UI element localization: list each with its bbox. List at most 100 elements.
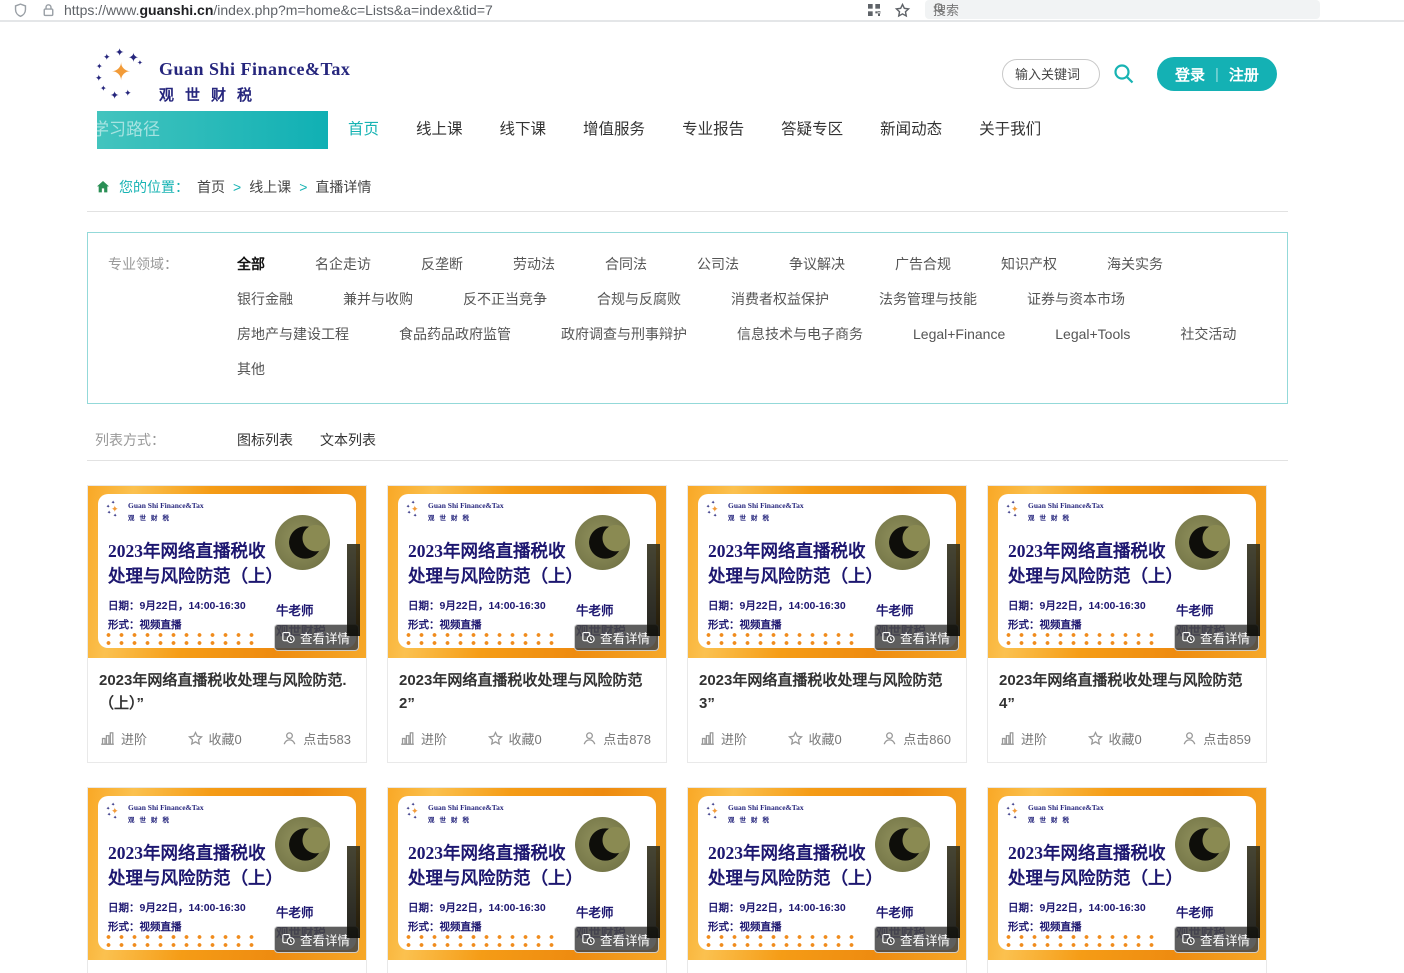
filter-item[interactable]: 证券与资本市场: [1027, 289, 1125, 310]
view-details-badge[interactable]: 查看详情: [1174, 926, 1259, 953]
course-card[interactable]: ✦ ✦ ✦ ✦ ✦ Guan Shi Finance&Tax 观世财税 2023…: [687, 787, 967, 973]
course-title[interactable]: 2023年网络直播税收处理与风险防范3”: [699, 669, 955, 716]
course-card[interactable]: ✦ ✦ ✦ ✦ ✦ Guan Shi Finance&Tax 观世财税 2023…: [387, 485, 667, 763]
course-card[interactable]: ✦ ✦ ✦ ✦ ✦ Guan Shi Finance&Tax 观世财税 2023…: [87, 787, 367, 973]
teacher-name: 牛老师: [276, 600, 314, 619]
bookmark-star-icon[interactable]: [894, 2, 911, 19]
learning-path-button[interactable]: 学习路径: [97, 111, 328, 149]
breadcrumb-home[interactable]: 首页: [197, 177, 225, 197]
nav-item-news[interactable]: 新闻动态: [880, 111, 942, 149]
filter-item[interactable]: 反不正当竞争: [463, 289, 547, 310]
preview-clock-icon: [881, 630, 896, 645]
teacher-name: 牛老师: [876, 902, 914, 921]
address-bar[interactable]: https://www.guanshi.cn/index.php?m=home&…: [64, 2, 493, 18]
header-search-icon[interactable]: [1112, 62, 1136, 86]
teacher-photo: [875, 817, 930, 872]
lock-icon[interactable]: [40, 2, 57, 19]
thumb-title: 2023年网络直播税收 处理与风险防范（上）: [408, 841, 583, 892]
view-details-badge[interactable]: 查看详情: [274, 624, 359, 651]
nav-item-home[interactable]: 首页: [348, 111, 379, 149]
course-thumbnail: ✦ ✦ ✦ ✦ ✦ Guan Shi Finance&Tax 观世财税 2023…: [688, 486, 966, 658]
favorite-stat[interactable]: 收藏0: [787, 729, 842, 748]
level-stat: 进阶: [999, 729, 1047, 748]
keyword-search-input[interactable]: [1002, 59, 1100, 89]
shield-icon[interactable]: [12, 2, 29, 19]
view-details-badge[interactable]: 查看详情: [874, 926, 959, 953]
favorite-stat[interactable]: 收藏0: [187, 729, 242, 748]
nav-item-value-added-services[interactable]: 增值服务: [583, 111, 645, 149]
star-icon: [487, 730, 504, 747]
thumb-logo-cn: 观世财税: [128, 512, 204, 522]
thumb-logo-en: Guan Shi Finance&Tax: [428, 803, 504, 812]
register-button[interactable]: 注册: [1229, 64, 1259, 85]
filter-item[interactable]: 消费者权益保护: [731, 289, 829, 310]
filter-item[interactable]: 争议解决: [789, 254, 845, 275]
thumb-logo-cn: 观世财税: [728, 814, 804, 824]
view-details-badge[interactable]: 查看详情: [874, 624, 959, 651]
breadcrumb-online-courses[interactable]: 线上课: [249, 177, 291, 197]
filter-item[interactable]: 反垄断: [421, 254, 463, 275]
thumb-format: 形式：视频直播: [108, 919, 182, 934]
filter-item[interactable]: 合同法: [605, 254, 647, 275]
qr-code-icon[interactable]: [866, 2, 882, 18]
filter-item[interactable]: 劳动法: [513, 254, 555, 275]
filter-item[interactable]: 知识产权: [1001, 254, 1057, 275]
breadcrumb-separator: >: [299, 179, 307, 195]
thumb-date: 日期：9月22日，14:00-16:30: [1008, 900, 1146, 915]
breadcrumb-label: 您的位置：: [119, 177, 189, 197]
list-mode-option[interactable]: 文本列表: [320, 430, 376, 450]
view-details-badge[interactable]: 查看详情: [1174, 624, 1259, 651]
thumb-title: 2023年网络直播税收 处理与风险防范（上）: [1008, 539, 1183, 590]
course-card[interactable]: ✦ ✦ ✦ ✦ ✦ Guan Shi Finance&Tax 观世财税 2023…: [987, 485, 1267, 763]
filter-item[interactable]: 全部: [237, 254, 265, 275]
filter-item[interactable]: 公司法: [697, 254, 739, 275]
course-title[interactable]: 2023年网络直播税收处理与风险防范2”: [399, 669, 655, 716]
course-card[interactable]: ✦ ✦ ✦ ✦ ✦ Guan Shi Finance&Tax 观世财税 2023…: [387, 787, 667, 973]
course-title[interactable]: 2023年网络直播税收处理与风险防范4”: [999, 669, 1255, 716]
filter-item[interactable]: 房地产与建设工程: [237, 324, 349, 345]
course-card[interactable]: ✦ ✦ ✦ ✦ ✦ Guan Shi Finance&Tax 观世财税 2023…: [987, 787, 1267, 973]
teacher-photo: [1175, 817, 1230, 872]
thumb-logo: ✦ ✦ ✦ ✦ ✦ Guan Shi Finance&Tax 观世财税: [406, 803, 504, 824]
filter-item[interactable]: 海关实务: [1107, 254, 1163, 275]
nav-item-online-courses[interactable]: 线上课: [416, 111, 463, 149]
thumb-logo: ✦ ✦ ✦ ✦ ✦ Guan Shi Finance&Tax 观世财税: [706, 501, 804, 522]
teacher-name: 牛老师: [1176, 902, 1214, 921]
filter-item[interactable]: 其他: [237, 359, 265, 380]
filter-item[interactable]: 政府调查与刑事辩护: [561, 324, 687, 345]
browser-search-field[interactable]: 搜索: [925, 0, 1320, 19]
filter-item[interactable]: 合规与反腐败: [597, 289, 681, 310]
favorite-stat[interactable]: 收藏0: [487, 729, 542, 748]
filter-item[interactable]: 银行金融: [237, 289, 293, 310]
nav-item-offline-courses[interactable]: 线下课: [500, 111, 547, 149]
filter-item[interactable]: 法务管理与技能: [879, 289, 977, 310]
course-thumbnail: ✦ ✦ ✦ ✦ ✦ Guan Shi Finance&Tax 观世财税 2023…: [88, 486, 366, 658]
course-card[interactable]: ✦ ✦ ✦ ✦ ✦ Guan Shi Finance&Tax 观世财税 2023…: [687, 485, 967, 763]
course-card[interactable]: ✦ ✦ ✦ ✦ ✦ Guan Shi Finance&Tax 观世财税 2023…: [87, 485, 367, 763]
nav-item-qa-zone[interactable]: 答疑专区: [781, 111, 843, 149]
filter-item[interactable]: 兼并与收购: [343, 289, 413, 310]
site-logo[interactable]: ✦ ✦ ✦ ✦ ✦ ✦ ✦ ✦ ✦ ✦ Guan Shi Finance&Tax…: [95, 48, 350, 105]
thumb-title: 2023年网络直播税收 处理与风险防范（上）: [1008, 841, 1183, 892]
filter-item[interactable]: 名企走访: [315, 254, 371, 275]
auth-pill[interactable]: 登录 | 注册: [1157, 57, 1277, 91]
nav-item-professional-reports[interactable]: 专业报告: [682, 111, 744, 149]
filter-item[interactable]: 广告合规: [895, 254, 951, 275]
list-mode-option[interactable]: 图标列表: [237, 430, 293, 450]
thumb-date: 日期：9月22日，14:00-16:30: [708, 598, 846, 613]
logo-star-cluster-icon: ✦ ✦ ✦ ✦ ✦: [406, 803, 424, 821]
favorite-stat[interactable]: 收藏0: [1087, 729, 1142, 748]
filter-item[interactable]: 社交活动: [1180, 324, 1236, 345]
filter-item[interactable]: Legal+Finance: [913, 324, 1005, 345]
view-details-badge[interactable]: 查看详情: [574, 624, 659, 651]
view-details-badge[interactable]: 查看详情: [274, 926, 359, 953]
login-button[interactable]: 登录: [1175, 64, 1205, 85]
thumb-date: 日期：9月22日，14:00-16:30: [408, 598, 546, 613]
course-title[interactable]: 2023年网络直播税收处理与风险防范.（上）”: [99, 669, 355, 716]
filter-item[interactable]: 食品药品政府监管: [399, 324, 511, 345]
logo-star-cluster-icon: ✦ ✦ ✦ ✦ ✦: [106, 803, 124, 821]
filter-item[interactable]: 信息技术与电子商务: [737, 324, 863, 345]
filter-item[interactable]: Legal+Tools: [1055, 324, 1130, 345]
nav-item-about-us[interactable]: 关于我们: [979, 111, 1041, 149]
view-details-badge[interactable]: 查看详情: [574, 926, 659, 953]
